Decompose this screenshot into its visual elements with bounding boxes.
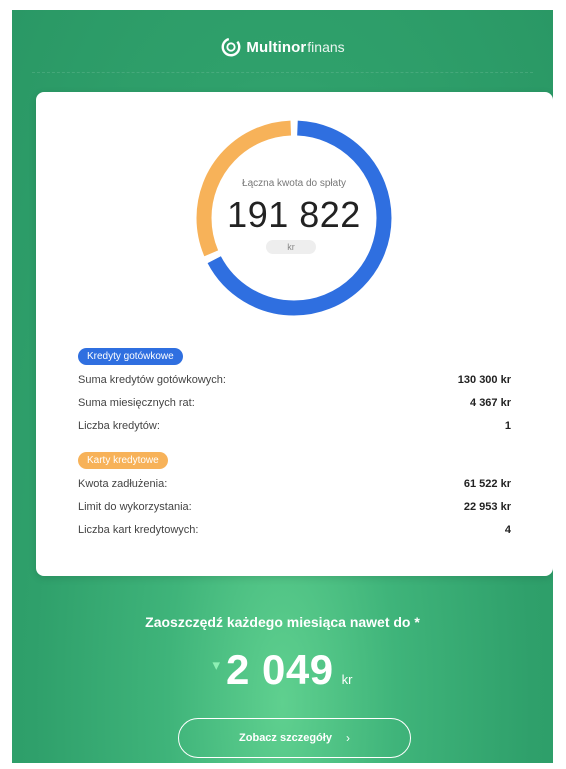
total-value: 191 822 [227, 194, 361, 235]
arrow-down-icon: ▾ [212, 657, 221, 674]
header-divider [32, 72, 533, 73]
cash-loans-row: Suma kredytów gotówkowych: 130 300 kr [78, 368, 511, 391]
donut-center: Łączna kwota do spłaty 191 822 kr [192, 116, 396, 320]
row-label: Liczba kredytów: [78, 419, 160, 432]
see-details-label: Zobacz szczegóły [239, 732, 332, 744]
donut-chart: Łączna kwota do spłaty 191 822 kr [192, 116, 396, 320]
see-details-button[interactable]: Zobacz szczegóły › [178, 718, 411, 758]
row-value: 4 367 kr [470, 396, 511, 409]
credit-cards-row: Liczba kart kredytowych: 4 [78, 518, 511, 541]
cash-loans-section: Kredyty gotówkowe Suma kredytów gotówkow… [78, 346, 511, 437]
row-label: Suma miesięcznych rat: [78, 396, 195, 409]
savings-title: Zaoszczędź każdego miesiąca nawet do * [145, 614, 420, 630]
chevron-right-icon: › [345, 731, 350, 745]
brand-name-light: finans [307, 39, 345, 55]
cash-loans-row: Liczba kredytów: 1 [78, 414, 511, 437]
credit-cards-section: Karty kredytowe Kwota zadłużenia: 61 522… [78, 450, 511, 541]
multinor-logo-icon [221, 37, 241, 57]
brand-logo: Multinor finans [12, 36, 553, 58]
row-label: Limit do wykorzystania: [78, 500, 192, 513]
total-unit: kr [266, 240, 316, 254]
credit-cards-badge: Karty kredytowe [78, 452, 168, 469]
row-value: 22 953 kr [463, 500, 511, 513]
savings-amount: ▾ 2 049 kr [12, 646, 553, 694]
cash-loans-row: Suma miesięcznych rat: 4 367 kr [78, 391, 511, 414]
credit-cards-row: Limit do wykorzystania: 22 953 kr [78, 495, 511, 518]
brand-name-strong: Multinor [246, 38, 307, 56]
row-label: Kwota zadłużenia: [78, 477, 168, 490]
row-value: 130 300 kr [457, 373, 511, 386]
main-panel: Multinor finans Łączna kwota do spłaty 1… [12, 10, 553, 763]
row-value: 61 522 kr [463, 477, 511, 490]
savings-amount-value: 2 049 [226, 646, 334, 693]
row-value: 4 [504, 523, 511, 536]
row-label: Liczba kart kredytowych: [78, 523, 199, 536]
cash-loans-badge: Kredyty gotówkowe [78, 348, 183, 365]
credit-cards-row: Kwota zadłużenia: 61 522 kr [78, 472, 511, 495]
row-label: Suma kredytów gotówkowych: [78, 373, 226, 386]
summary-card: Łączna kwota do spłaty 191 822 kr Kredyt… [36, 92, 553, 576]
total-label: Łączna kwota do spłaty [242, 178, 346, 189]
row-value: 1 [504, 419, 511, 432]
savings-amount-unit: kr [341, 672, 353, 687]
